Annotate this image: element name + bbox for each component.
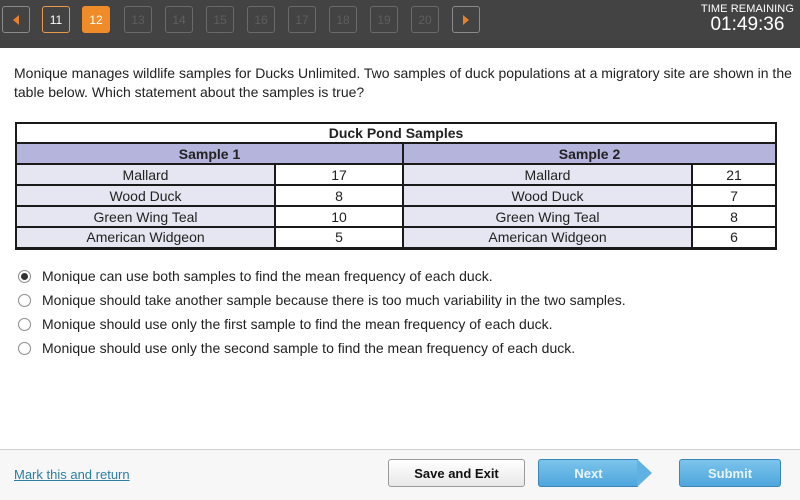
chevron-right-icon [463, 14, 469, 25]
answer-options: Monique can use both samples to find the… [18, 264, 626, 360]
sample-1-duck-name: Wood Duck [15, 184, 276, 207]
answer-option-text: Monique should use only the second sampl… [42, 340, 576, 356]
question-12-button[interactable]: 12 [82, 6, 110, 33]
sample-1-duck-name: Green Wing Teal [15, 205, 276, 228]
sample-2-duck-name: American Widgeon [402, 226, 693, 249]
sample-2-duck-name: Wood Duck [402, 184, 693, 207]
sample-1-duck-name: Mallard [15, 163, 276, 186]
sample-header-row: Sample 1 Sample 2 [15, 142, 777, 165]
sample-1-duck-count: 8 [274, 184, 404, 207]
timer-value: 01:49:36 [710, 14, 785, 35]
time-remaining: TIME REMAINING 01:49:36 [701, 3, 794, 35]
sample-2-duck-count: 8 [691, 205, 777, 228]
next-question-arrow-button[interactable] [452, 6, 480, 33]
sample-2-duck-count: 21 [691, 163, 777, 186]
answer-option[interactable]: Monique can use both samples to find the… [18, 264, 626, 288]
answer-option-text: Monique can use both samples to find the… [42, 268, 493, 284]
question-16-button[interactable]: 16 [247, 6, 275, 33]
sample-1-header: Sample 1 [15, 142, 404, 165]
footer-bar: Mark this and return Save and Exit Next … [0, 449, 800, 500]
submit-button[interactable]: Submit [679, 459, 781, 487]
answer-option[interactable]: Monique should take another sample becau… [18, 288, 626, 312]
table-row: Green Wing Teal 10 Green Wing Teal 8 [15, 205, 777, 228]
question-19-button[interactable]: 19 [370, 6, 398, 33]
table-title-row: Duck Pond Samples [15, 122, 777, 144]
answer-option[interactable]: Monique should use only the first sample… [18, 312, 626, 336]
sample-2-duck-count: 7 [691, 184, 777, 207]
question-navigation-bar: 11 12 13 14 15 16 17 18 19 20 TIME REMAI… [0, 0, 800, 48]
table-row: Wood Duck 8 Wood Duck 7 [15, 184, 777, 207]
sample-2-header: Sample 2 [402, 142, 777, 165]
answer-option-text: Monique should use only the first sample… [42, 316, 553, 332]
sample-2-duck-name: Green Wing Teal [402, 205, 693, 228]
next-arrow-tip-icon[interactable] [637, 459, 652, 487]
answer-option-text: Monique should take another sample becau… [42, 292, 626, 308]
save-and-exit-button[interactable]: Save and Exit [388, 459, 525, 487]
duck-pond-samples-table: Duck Pond Samples Sample 1 Sample 2 Mall… [15, 122, 777, 250]
sample-1-duck-name: American Widgeon [15, 226, 276, 249]
question-13-button[interactable]: 13 [124, 6, 152, 33]
table-title: Duck Pond Samples [15, 122, 777, 144]
radio-button-selected[interactable] [18, 269, 31, 283]
answer-option[interactable]: Monique should use only the second sampl… [18, 336, 626, 360]
question-14-button[interactable]: 14 [165, 6, 193, 33]
table-row: Mallard 17 Mallard 21 [15, 163, 777, 186]
next-button[interactable]: Next [538, 459, 638, 487]
table-row: American Widgeon 5 American Widgeon 6 [15, 226, 777, 249]
question-15-button[interactable]: 15 [206, 6, 234, 33]
mark-and-return-link[interactable]: Mark this and return [14, 467, 130, 482]
radio-button[interactable] [18, 317, 31, 331]
question-18-button[interactable]: 18 [329, 6, 357, 33]
sample-1-duck-count: 10 [274, 205, 404, 228]
question-11-button[interactable]: 11 [42, 6, 70, 33]
question-17-button[interactable]: 17 [288, 6, 316, 33]
sample-1-duck-count: 5 [274, 226, 404, 249]
question-20-button[interactable]: 20 [411, 6, 439, 33]
chevron-left-icon [13, 14, 19, 25]
sample-2-duck-name: Mallard [402, 163, 693, 186]
sample-2-duck-count: 6 [691, 226, 777, 249]
radio-button[interactable] [18, 293, 31, 307]
question-text: Monique manages wildlife samples for Duc… [14, 65, 792, 100]
previous-question-button[interactable] [2, 6, 30, 33]
sample-1-duck-count: 17 [274, 163, 404, 186]
radio-button[interactable] [18, 341, 31, 355]
